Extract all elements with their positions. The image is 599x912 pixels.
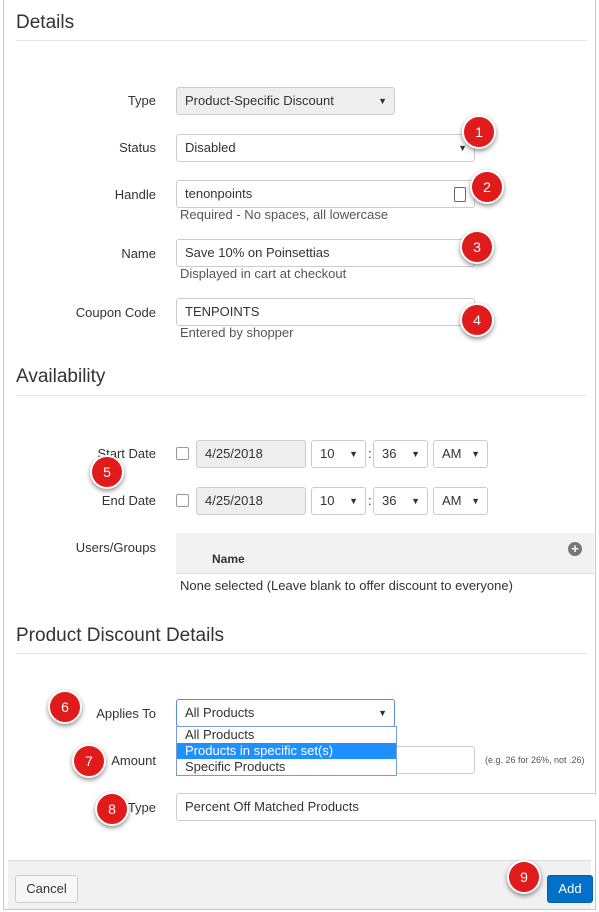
section-title-availability: Availability <box>16 366 106 387</box>
applies-to-select[interactable]: All Products ▼ <box>176 699 395 727</box>
coupon-input[interactable]: TENPOINTS <box>176 298 475 326</box>
chevron-down-icon: ▼ <box>471 449 480 459</box>
time-separator: : <box>368 493 372 508</box>
step-badge-8: 8 <box>95 792 129 826</box>
chevron-down-icon: ▼ <box>378 708 387 718</box>
chevron-down-icon: ▼ <box>349 449 358 459</box>
time-separator: : <box>368 446 372 461</box>
section-title-product-discount: Product Discount Details <box>16 625 225 646</box>
chevron-down-icon: ▼ <box>378 96 387 106</box>
end-date-label: End Date <box>101 493 156 508</box>
start-minute-select[interactable]: 36 ▼ <box>373 440 428 468</box>
handle-label: Handle <box>114 187 156 202</box>
section-title-details: Details <box>16 12 75 33</box>
discount-type-value: Percent Off Matched Products <box>185 799 359 814</box>
end-hour-select[interactable]: 10 ▼ <box>311 487 366 515</box>
add-button[interactable]: Add <box>547 875 593 903</box>
key-icon <box>454 187 466 202</box>
coupon-help: Entered by shopper <box>180 325 294 340</box>
status-select-value: Disabled <box>185 140 236 155</box>
option-all-products[interactable]: All Products <box>177 727 396 743</box>
users-groups-label: Users/Groups <box>75 540 156 555</box>
name-help: Displayed in cart at checkout <box>180 266 347 281</box>
applies-to-options: All Products Products in specific set(s)… <box>176 726 397 776</box>
start-date-input[interactable]: 4/25/2018 <box>196 440 306 468</box>
end-date-input[interactable]: 4/25/2018 <box>196 487 306 515</box>
status-select[interactable]: Disabled ▼ <box>176 134 475 162</box>
option-products-in-set[interactable]: Products in specific set(s) <box>177 743 396 759</box>
cancel-button[interactable]: Cancel <box>15 875 78 903</box>
divider <box>16 40 587 41</box>
handle-input-value: tenonpoints <box>185 186 253 201</box>
start-date-checkbox[interactable] <box>176 447 189 460</box>
users-table-header: Name + <box>176 533 594 574</box>
coupon-label: Coupon Code <box>75 305 156 320</box>
name-input-value: Save 10% on Poinsettias <box>185 245 330 260</box>
start-ampm-value: AM <box>442 446 462 461</box>
name-label: Name <box>121 246 156 261</box>
end-ampm-select[interactable]: AM ▼ <box>433 487 488 515</box>
handle-help: Required - No spaces, all lowercase <box>180 207 389 222</box>
discount-type-label: Type <box>127 800 156 815</box>
step-badge-5: 5 <box>90 455 124 489</box>
step-badge-9: 9 <box>507 860 541 894</box>
start-hour-value: 10 <box>320 446 335 461</box>
end-date-value: 4/25/2018 <box>205 493 263 508</box>
start-date-value: 4/25/2018 <box>205 446 263 461</box>
form-footer: Cancel Add <box>8 860 593 909</box>
users-empty-text: None selected (Leave blank to offer disc… <box>180 578 513 593</box>
end-ampm-value: AM <box>442 493 462 508</box>
end-minute-select[interactable]: 36 ▼ <box>373 487 428 515</box>
handle-input[interactable]: tenonpoints <box>176 180 475 208</box>
status-label: Status <box>119 140 156 155</box>
type-select-value: Product-Specific Discount <box>185 93 334 108</box>
users-column-name: Name <box>212 552 245 566</box>
end-minute-value: 36 <box>382 493 397 508</box>
step-badge-4: 4 <box>460 303 494 337</box>
option-specific-products[interactable]: Specific Products <box>177 759 396 775</box>
step-badge-6: 6 <box>48 690 82 724</box>
start-ampm-select[interactable]: AM ▼ <box>433 440 488 468</box>
start-minute-value: 36 <box>382 446 397 461</box>
end-hour-value: 10 <box>320 493 335 508</box>
name-input[interactable]: Save 10% on Poinsettias <box>176 239 475 267</box>
divider <box>16 653 587 654</box>
type-select[interactable]: Product-Specific Discount ▼ <box>176 87 395 115</box>
type-label: Type <box>127 93 156 108</box>
divider <box>16 395 587 396</box>
step-badge-7: 7 <box>72 744 106 778</box>
chevron-down-icon: ▼ <box>471 496 480 506</box>
applies-to-label: Applies To <box>96 706 156 721</box>
step-badge-1: 1 <box>462 115 496 149</box>
step-badge-2: 2 <box>470 170 504 204</box>
coupon-input-value: TENPOINTS <box>185 304 260 319</box>
end-date-checkbox[interactable] <box>176 494 189 507</box>
start-hour-select[interactable]: 10 ▼ <box>311 440 366 468</box>
amount-help: (e.g. 26 for 26%, not .26) <box>485 755 585 765</box>
start-date-label: Start Date <box>97 446 156 461</box>
discount-type-select[interactable]: Percent Off Matched Products <box>176 793 596 821</box>
chevron-down-icon: ▼ <box>411 496 420 506</box>
applies-to-value: All Products <box>185 705 255 720</box>
chevron-down-icon: ▼ <box>411 449 420 459</box>
chevron-down-icon: ▼ <box>349 496 358 506</box>
add-user-icon[interactable]: + <box>568 542 582 556</box>
step-badge-3: 3 <box>460 230 494 264</box>
